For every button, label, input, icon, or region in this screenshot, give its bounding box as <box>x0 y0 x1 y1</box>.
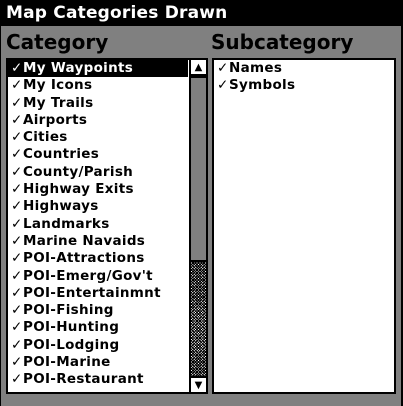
category-item[interactable]: ✓Airports <box>8 112 188 129</box>
category-item[interactable]: ✓POI-Entertainmnt <box>8 285 188 302</box>
category-label: POI-Fishing <box>23 302 114 319</box>
category-label: My Waypoints <box>23 60 134 76</box>
check-icon: ✓ <box>11 354 23 371</box>
check-icon: ✓ <box>11 111 23 128</box>
category-label: Highways <box>23 198 99 215</box>
check-icon: ✓ <box>11 319 23 336</box>
category-item[interactable]: ✓Marine Navaids <box>8 233 188 250</box>
category-item[interactable]: ✓POI-Hunting <box>8 319 188 336</box>
check-icon: ✓ <box>217 77 229 94</box>
scroll-up-button[interactable]: ▲ <box>191 60 206 76</box>
subcategory-list: ✓Names ✓Symbols <box>214 60 394 392</box>
check-icon: ✓ <box>11 371 23 388</box>
category-label: My Trails <box>23 94 94 111</box>
check-icon: ✓ <box>11 336 23 353</box>
category-item[interactable]: ✓County/Parish <box>8 164 188 181</box>
category-label: My Icons <box>23 77 93 94</box>
subcategory-item[interactable]: ✓Names <box>214 60 394 77</box>
category-item[interactable]: ✓My Waypoints <box>8 60 188 78</box>
check-icon: ✓ <box>11 215 23 232</box>
check-icon: ✓ <box>11 163 23 180</box>
check-icon: ✓ <box>11 267 23 284</box>
category-item[interactable]: ✓Highway Exits <box>8 181 188 198</box>
category-label: Countries <box>23 146 100 163</box>
category-item[interactable]: ✓Landmarks <box>8 216 188 233</box>
category-item[interactable]: ✓Countries <box>8 146 188 163</box>
subcategory-item[interactable]: ✓Symbols <box>214 77 394 94</box>
check-icon: ✓ <box>11 302 23 319</box>
category-item[interactable]: ✓POI-Fishing <box>8 302 188 319</box>
category-label: Cities <box>23 129 68 146</box>
category-item[interactable]: ✓Cities <box>8 129 188 146</box>
subcategory-header: Subcategory <box>211 30 354 54</box>
category-label: POI-Marine <box>23 354 111 371</box>
window-title: Map Categories Drawn <box>0 0 403 26</box>
category-item[interactable]: ✓POI-Attractions <box>8 250 188 267</box>
category-item[interactable]: ✓My Icons <box>8 77 188 94</box>
scroll-down-button[interactable]: ▼ <box>191 376 206 392</box>
category-item[interactable]: ✓POI-Emerg/Gov't <box>8 268 188 285</box>
category-label: Highway Exits <box>23 181 134 198</box>
category-label: Airports <box>23 111 88 128</box>
category-label: County/Parish <box>23 163 134 180</box>
check-icon: ✓ <box>11 181 23 198</box>
check-icon: ✓ <box>11 129 23 146</box>
check-icon: ✓ <box>11 284 23 301</box>
category-label: POI-Hunting <box>23 319 120 336</box>
check-icon: ✓ <box>217 60 229 76</box>
check-icon: ✓ <box>11 77 23 94</box>
check-icon: ✓ <box>11 94 23 111</box>
category-item[interactable]: ✓POI-Marine <box>8 354 188 371</box>
category-scrollbar[interactable]: ▲ ▼ <box>189 60 206 392</box>
down-arrow-icon: ▼ <box>194 380 203 391</box>
categories-dialog: Category Subcategory ✓My Waypoints ✓My Ic… <box>1 26 401 406</box>
check-icon: ✓ <box>11 232 23 249</box>
category-header: Category <box>6 30 109 54</box>
check-icon: ✓ <box>11 60 23 76</box>
subcategory-label: Symbols <box>229 77 296 94</box>
category-label: POI-Entertainmnt <box>23 284 161 301</box>
category-list-panel: ✓My Waypoints ✓My Icons ✓My Trails ✓Airport… <box>6 58 208 394</box>
check-icon: ✓ <box>11 250 23 267</box>
subcategory-label: Names <box>229 60 283 76</box>
subcategory-list-panel: ✓Names ✓Symbols <box>212 58 396 394</box>
check-icon: ✓ <box>11 198 23 215</box>
category-label: POI-Attractions <box>23 250 145 267</box>
category-label: POI-Emerg/Gov't <box>23 267 153 284</box>
check-icon: ✓ <box>11 146 23 163</box>
category-label: Marine Navaids <box>23 232 146 249</box>
scroll-thumb[interactable] <box>191 76 206 262</box>
category-item[interactable]: ✓My Trails <box>8 95 188 112</box>
category-label: POI-Lodging <box>23 336 120 353</box>
category-list: ✓My Waypoints ✓My Icons ✓My Trails ✓Airport… <box>8 60 188 392</box>
category-label: Landmarks <box>23 215 110 232</box>
up-arrow-icon: ▲ <box>194 62 203 73</box>
category-item[interactable]: ✓Highways <box>8 198 188 215</box>
category-label: POI-Restaurant <box>23 371 144 388</box>
category-item[interactable]: ✓POI-Restaurant <box>8 371 188 388</box>
category-item[interactable]: ✓POI-Lodging <box>8 337 188 354</box>
